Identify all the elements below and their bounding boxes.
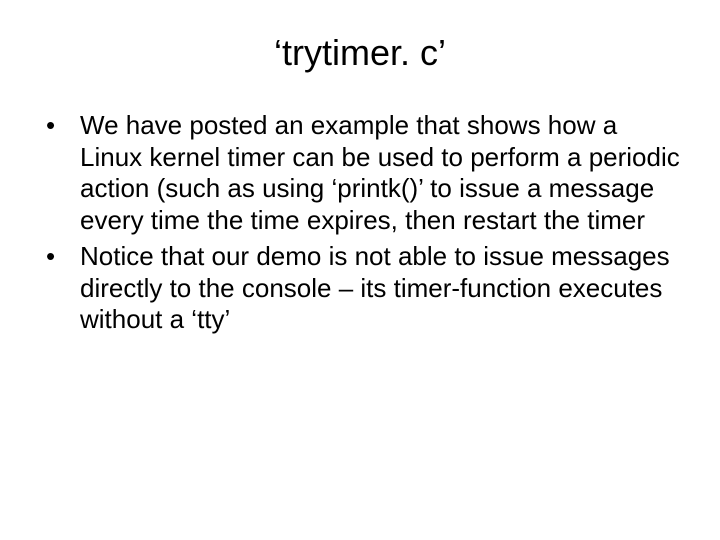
list-item: We have posted an example that shows how… — [40, 110, 680, 237]
list-item: Notice that our demo is not able to issu… — [40, 241, 680, 336]
bullet-list: We have posted an example that shows how… — [40, 110, 680, 336]
slide-title: ‘trytimer. c’ — [40, 32, 680, 74]
slide-body: We have posted an example that shows how… — [40, 110, 680, 336]
slide: ‘trytimer. c’ We have posted an example … — [0, 0, 720, 540]
